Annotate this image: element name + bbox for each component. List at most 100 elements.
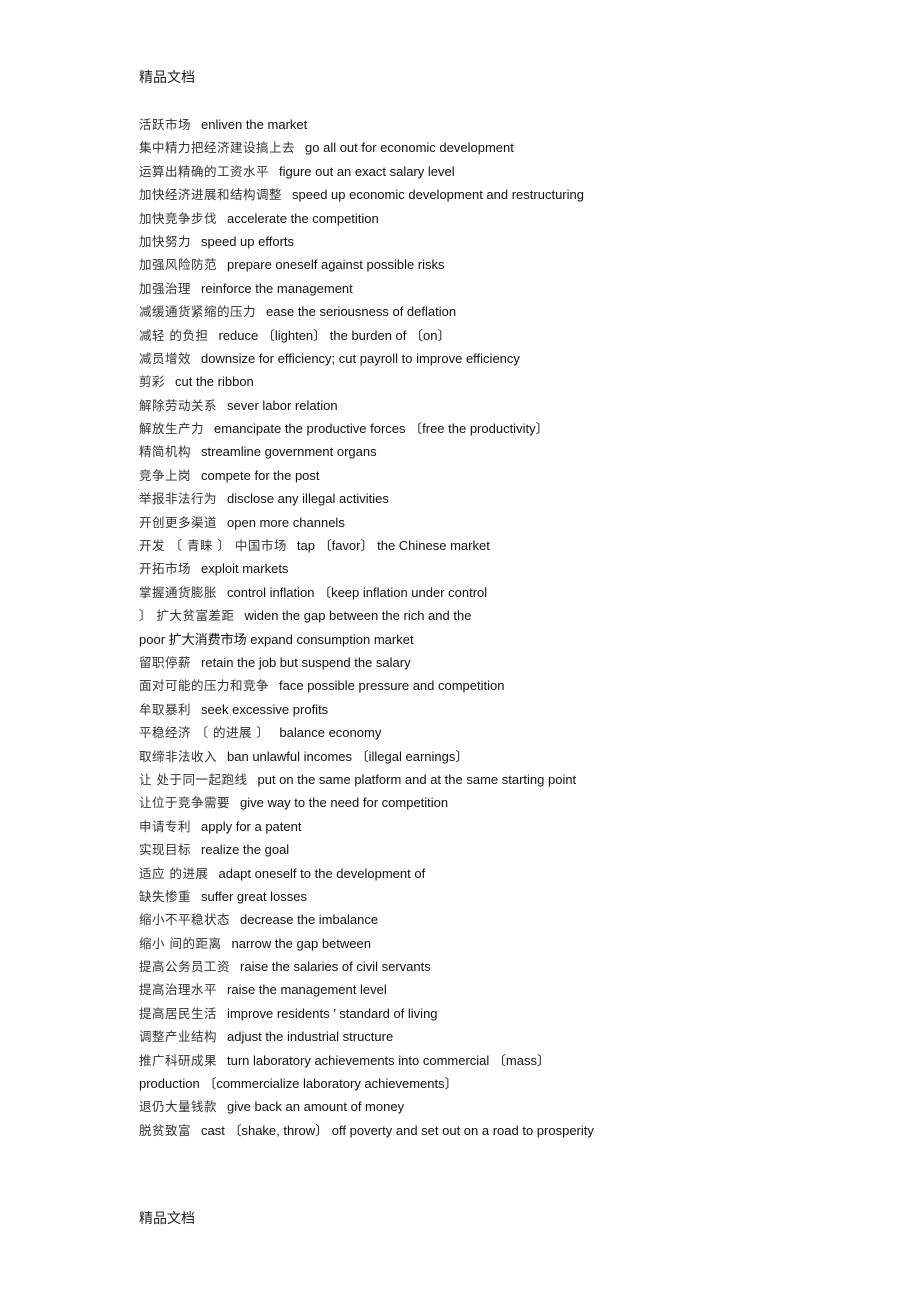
- chinese-term: 取缔非法收入: [139, 748, 218, 764]
- glossary-entry: 实现目标 realize the goal: [139, 838, 839, 861]
- glossary-entry: production 〔commercialize laboratory ach…: [139, 1072, 839, 1095]
- glossary-entry: 调整产业结构 adjust the industrial structure: [139, 1025, 839, 1048]
- glossary-entry: 掌握通货膨胀 control inflation 〔keep inflation …: [139, 581, 839, 604]
- chinese-term: 退仍大量钱款: [139, 1099, 218, 1115]
- glossary-entry: 推广科研成果 turn laboratory achievements into …: [139, 1049, 839, 1072]
- chinese-term: 提高公务员工资: [139, 959, 231, 975]
- chinese-term: 举报非法行为: [139, 491, 218, 507]
- english-translation: give back an amount of money: [227, 1099, 405, 1115]
- english-translation: cut the ribbon: [175, 374, 254, 390]
- english-translation: put on the same platform and at the same…: [257, 771, 577, 787]
- english-translation: reduce 〔lighten〕 the burden of 〔on〕: [218, 327, 451, 343]
- english-translation: retain the job but suspend the salary: [201, 654, 411, 670]
- english-translation: disclose any illegal activities: [227, 491, 389, 507]
- chinese-term: 竞争上岗: [139, 467, 192, 483]
- english-translation: apply for a patent: [201, 818, 302, 834]
- english-translation: ease the seriousness of deflation: [266, 304, 457, 320]
- chinese-term: 脱贫致富: [139, 1122, 192, 1138]
- english-translation: give way to the need for competition: [240, 795, 449, 811]
- glossary-entry: 加强风险防范 prepare oneself against possible r…: [139, 253, 839, 276]
- chinese-term: 集中精力把经济建设搞上去: [139, 140, 296, 156]
- glossary-entry: 牟取暴利 seek excessive profits: [139, 698, 839, 721]
- page-header: 精品文档: [139, 70, 195, 86]
- glossary-entry: poor 扩大消费市场 expand consumption market: [139, 628, 839, 651]
- glossary-entry: 缩小 间的距离 narrow the gap between: [139, 932, 839, 955]
- glossary-entry: 减轻 的负担 reduce 〔lighten〕 the burden of 〔on…: [139, 324, 839, 347]
- chinese-term: 让位于竞争需要: [139, 795, 231, 811]
- english-translation: ban unlawful incomes 〔illegal earnings〕: [227, 748, 469, 764]
- glossary-entry: 提高治理水平 raise the management level: [139, 978, 839, 1001]
- chinese-term: 缩小不平稳状态: [139, 912, 231, 928]
- chinese-term: 解除劳动关系: [139, 397, 218, 413]
- english-translation: speed up efforts: [201, 233, 295, 249]
- chinese-term: 掌握通货膨胀: [139, 584, 218, 600]
- english-translation: prepare oneself against possible risks: [227, 257, 445, 273]
- chinese-term: 加快努力: [139, 233, 192, 249]
- chinese-term: 缩小 间的距离: [139, 935, 222, 951]
- english-translation: tap 〔favor〕 the Chinese market: [296, 538, 490, 554]
- english-translation: narrow the gap between: [231, 935, 371, 951]
- english-translation: turn laboratory achievements into commer…: [227, 1052, 550, 1068]
- glossary-entry: 剪彩 cut the ribbon: [139, 370, 839, 393]
- glossary-entry: 减员增效 downsize for efficiency; cut payroll…: [139, 347, 839, 370]
- chinese-term: 留职停薪: [139, 654, 192, 670]
- glossary-entry: 活跃市场 enliven the market: [139, 113, 839, 136]
- english-translation: emancipate the productive forces 〔free t…: [214, 421, 549, 437]
- glossary-entry: 留职停薪 retain the job but suspend the salar…: [139, 651, 839, 674]
- english-translation: reinforce the management: [201, 280, 353, 296]
- chinese-term: 平稳经济 〔 的进展 〕: [139, 725, 270, 741]
- english-translation: adapt oneself to the development of: [218, 865, 426, 881]
- chinese-term: 牟取暴利: [139, 701, 192, 717]
- english-translation: downsize for efficiency; cut payroll to …: [201, 350, 520, 366]
- chinese-term: 开拓市场: [139, 561, 192, 577]
- chinese-term: 推广科研成果: [139, 1052, 218, 1068]
- glossary-entry: 集中精力把经济建设搞上去 go all out for economic deve…: [139, 136, 839, 159]
- english-translation: face possible pressure and competition: [279, 678, 505, 694]
- glossary-list: 活跃市场 enliven the market 集中精力把经济建设搞上去 go all…: [139, 113, 839, 1142]
- glossary-entry: 精简机构 streamline government organs: [139, 440, 839, 463]
- glossary-entry: 开创更多渠道 open more channels: [139, 511, 839, 534]
- english-translation: suffer great losses: [201, 888, 307, 904]
- glossary-entry: 加快竞争步伐 accelerate the competition: [139, 207, 839, 230]
- glossary-entry: 减缓通货紧缩的压力 ease the seriousness of deflati…: [139, 300, 839, 323]
- glossary-entry: 提高居民生活 improve residents ’ standard of li…: [139, 1002, 839, 1025]
- english-translation: compete for the post: [201, 467, 320, 483]
- english-translation: decrease the imbalance: [240, 912, 379, 928]
- glossary-entry: 面对可能的压力和竞争 face possible pressure and com…: [139, 674, 839, 697]
- glossary-entry: 举报非法行为 disclose any illegal activities: [139, 487, 839, 510]
- english-translation: go all out for economic development: [305, 140, 514, 156]
- chinese-term: 提高治理水平: [139, 982, 218, 998]
- glossary-entry: 开发 〔 青睐 〕 中国市场 tap 〔favor〕 the Chinese ma…: [139, 534, 839, 557]
- glossary-entry: 运算出精确的工资水平 figure out an exact salary lev…: [139, 160, 839, 183]
- glossary-entry: 加快努力 speed up efforts: [139, 230, 839, 253]
- chinese-term: 减轻 的负担: [139, 327, 209, 343]
- english-translation: speed up economic development and restru…: [292, 187, 584, 203]
- chinese-term: 剪彩: [139, 374, 166, 390]
- english-translation: raise the management level: [227, 982, 387, 998]
- english-translation: raise the salaries of civil servants: [240, 959, 431, 975]
- chinese-term: 面对可能的压力和竞争: [139, 678, 270, 694]
- english-translation: poor 扩大消费市场 expand consumption market: [139, 631, 414, 647]
- english-translation: realize the goal: [201, 842, 290, 858]
- chinese-term: 解放生产力: [139, 421, 205, 437]
- glossary-entry: 缩小不平稳状态 decrease the imbalance: [139, 908, 839, 931]
- chinese-term: 缺失惨重: [139, 888, 192, 904]
- chinese-term: 申请专利: [139, 818, 192, 834]
- glossary-entry: 解放生产力 emancipate the productive forces 〔f…: [139, 417, 839, 440]
- glossary-entry: 让 处于同一起跑线 put on the same platform and at…: [139, 768, 839, 791]
- glossary-entry: 适应 的进展 adapt oneself to the development o…: [139, 862, 839, 885]
- glossary-entry: 竞争上岗 compete for the post: [139, 464, 839, 487]
- chinese-term: 〕 扩大贫富差距: [139, 608, 235, 624]
- english-translation: control inflation 〔keep inflation under …: [227, 584, 488, 600]
- glossary-entry: 加快经济进展和结构调整 speed up economic development…: [139, 183, 839, 206]
- glossary-entry: 开拓市场 exploit markets: [139, 557, 839, 580]
- glossary-entry: 让位于竞争需要 give way to the need for competit…: [139, 791, 839, 814]
- chinese-term: 减员增效: [139, 350, 192, 366]
- chinese-term: 让 处于同一起跑线: [139, 771, 248, 787]
- chinese-term: 加快经济进展和结构调整: [139, 187, 283, 203]
- glossary-entry: 缺失惨重 suffer great losses: [139, 885, 839, 908]
- chinese-term: 减缓通货紧缩的压力: [139, 304, 257, 320]
- english-translation: sever labor relation: [227, 397, 338, 413]
- english-translation: accelerate the competition: [227, 210, 379, 226]
- chinese-term: 提高居民生活: [139, 1005, 218, 1021]
